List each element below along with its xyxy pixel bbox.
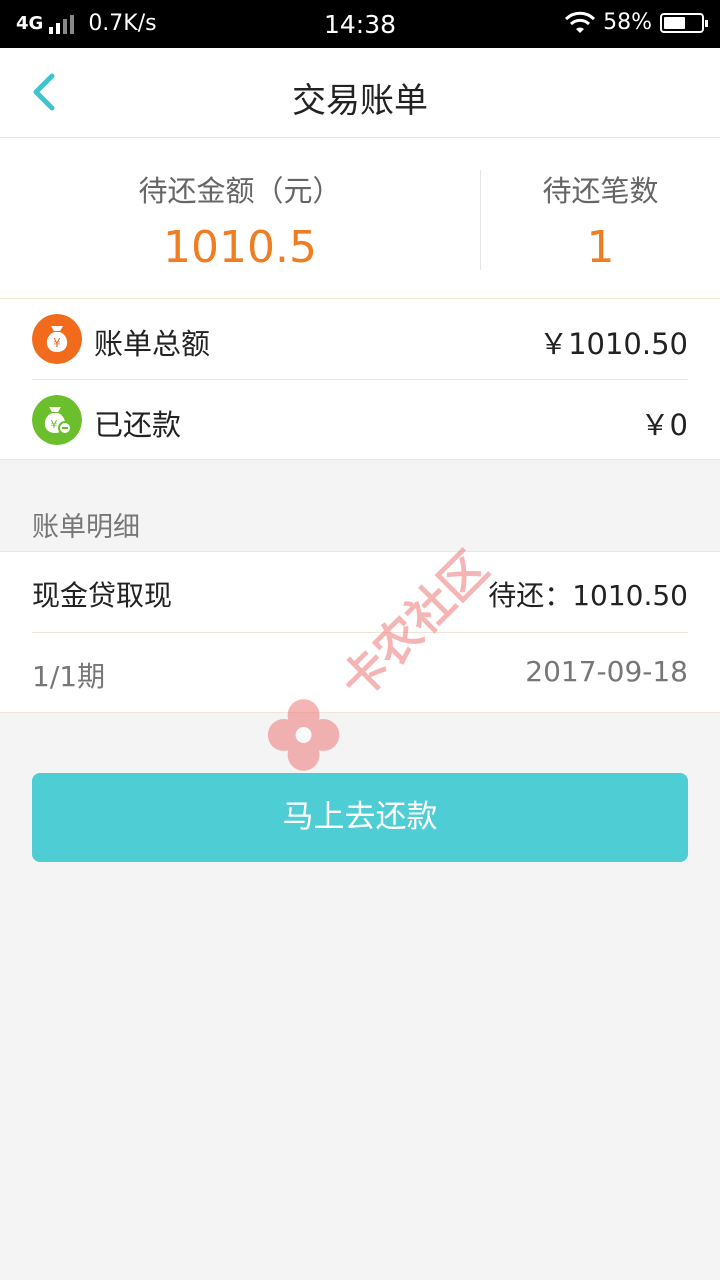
item-status: 待还：1010.50 (488, 579, 688, 612)
amount-list: ¥ 账单总额 ￥1010.50 ¥ 已还款 ￥0 (0, 299, 720, 460)
bill-total-value: ￥1010.50 (539, 327, 688, 361)
section-title-details: 账单明细 (32, 512, 140, 543)
page-title: 交易账单 (292, 81, 428, 121)
battery-icon (660, 12, 708, 33)
svg-text:¥: ¥ (53, 336, 61, 350)
nav-bar: 交易账单 (0, 48, 720, 138)
repay-now-button[interactable]: 马上去还款 (32, 773, 688, 862)
money-bag-icon: ¥ (32, 314, 82, 364)
status-bar: 4G 0.7K/s 14:38 58% (0, 0, 720, 48)
repaid-row: ¥ 已还款 ￥0 (32, 380, 688, 460)
pending-amount-value: 1010.5 (163, 222, 317, 273)
list-item[interactable]: 现金贷取现 待还：1010.50 (32, 552, 688, 633)
pending-amount-label: 待还金额（元） (138, 174, 342, 208)
list-item: 1/1期 2017-09-18 (32, 633, 688, 713)
status-right: 58% (565, 10, 708, 35)
repaid-value: ￥0 (640, 408, 688, 442)
svg-text:¥: ¥ (51, 418, 58, 431)
bill-detail-list: 现金贷取现 待还：1010.50 1/1期 2017-09-18 (0, 551, 720, 713)
battery-percent: 58% (603, 10, 652, 35)
repaid-label: 已还款 (94, 408, 182, 442)
money-bag-check-icon: ¥ (32, 395, 82, 445)
pending-amount: 待还金额（元） 1010.5 (0, 168, 480, 273)
bill-total-row: ¥ 账单总额 ￥1010.50 (32, 299, 688, 380)
item-period: 1/1期 (32, 660, 106, 693)
pending-count-label: 待还笔数 (542, 174, 659, 208)
summary-panel: 待还金额（元） 1010.5 待还笔数 1 (0, 138, 720, 299)
item-date: 2017-09-18 (525, 655, 688, 688)
item-name: 现金贷取现 (32, 579, 173, 612)
chevron-left-icon[interactable] (22, 68, 72, 118)
pending-count: 待还笔数 1 (481, 168, 720, 273)
wifi-icon (565, 11, 596, 33)
bill-total-label: 账单总额 (94, 327, 211, 361)
pending-count-value: 1 (586, 222, 615, 273)
